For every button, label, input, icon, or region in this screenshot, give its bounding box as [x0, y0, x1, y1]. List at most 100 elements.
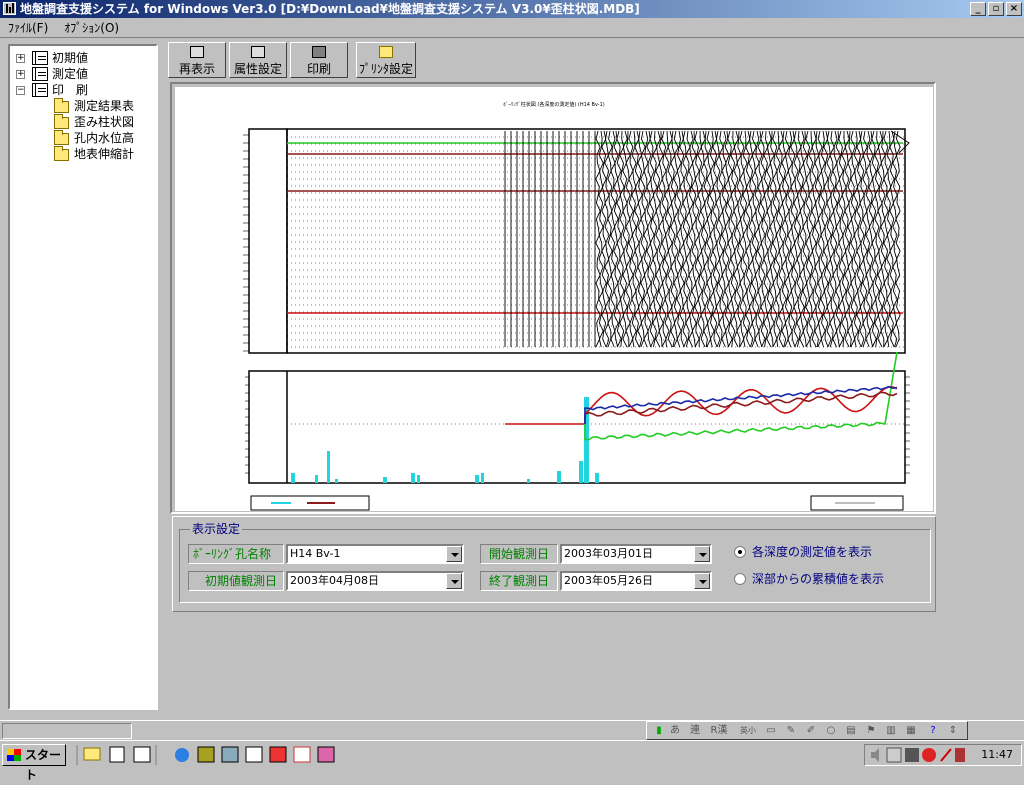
network-icon[interactable]	[221, 746, 239, 763]
ie-icon[interactable]	[175, 748, 189, 762]
ime-scroll-icon[interactable]: ⇕	[945, 724, 961, 740]
ime-flag-icon[interactable]: ⚑	[863, 724, 879, 740]
ime-grip-icon: ▮	[656, 725, 662, 736]
radio-selected-icon[interactable]	[734, 546, 746, 558]
tree-item-results[interactable]: 測定結果表	[74, 98, 134, 114]
rain-bar	[327, 451, 330, 483]
strain-line	[871, 130, 877, 348]
minimize-button[interactable]: _	[970, 2, 986, 16]
initial-date-select[interactable]: 2003年04月08日	[286, 571, 464, 591]
redisplay-button[interactable]: 再表示	[168, 42, 226, 78]
strain-line	[739, 130, 745, 348]
ime-r-kanji[interactable]: R漢	[707, 724, 731, 740]
menu-file[interactable]: ﾌｧｲﾙ(F)	[0, 18, 56, 38]
rain-bar	[315, 475, 318, 483]
strain-line	[649, 130, 655, 348]
strain-line	[826, 130, 832, 348]
chevron-down-icon[interactable]	[694, 546, 710, 562]
pen-icon[interactable]	[940, 748, 952, 762]
tree-view[interactable]: + 初期値 + 測定値 − 印 刷 測定結果表 歪み柱状図 孔内水位高 地表伸縮…	[8, 44, 158, 710]
start-date-select[interactable]: 2003年03月01日	[560, 544, 712, 564]
redisplay-label: 再表示	[178, 62, 215, 76]
end-date-value: 2003年05月26日	[564, 574, 653, 587]
ime-dict-icon[interactable]: ✐	[803, 724, 819, 740]
strain-line	[892, 130, 898, 348]
strain-line	[751, 130, 757, 348]
printer-icon	[312, 46, 326, 58]
ime-circle-icon[interactable]: ○	[823, 724, 839, 740]
volume-icon[interactable]	[871, 748, 879, 762]
print-button[interactable]: 印刷	[290, 42, 348, 78]
tree-node-measured[interactable]: 測定値	[52, 66, 88, 82]
ime-table-icon[interactable]: ▤	[843, 724, 859, 740]
preview-page: ﾎﾞｰﾘﾝｸﾞ柱状図 (各深度の測定値) (H14 Bv-1)	[175, 87, 933, 511]
acrobat-icon[interactable]	[922, 748, 936, 762]
strain-profile-lines	[504, 130, 910, 348]
strain-line	[895, 130, 901, 348]
document-icon[interactable]	[109, 746, 125, 763]
tree-item-extensometer[interactable]: 地表伸縮計	[74, 146, 134, 162]
strain-line	[736, 130, 742, 348]
start-date-label: 開始観測日	[480, 544, 558, 564]
tree-node-print[interactable]: 印 刷	[52, 82, 88, 98]
chevron-down-icon[interactable]	[446, 573, 462, 589]
print-preview[interactable]: ﾎﾞｰﾘﾝｸﾞ柱状図 (各深度の測定値) (H14 Bv-1)	[170, 82, 936, 514]
strain-line	[640, 130, 646, 348]
strain-line	[748, 130, 754, 348]
printer-settings-label: ﾌﾟﾘﾝﾀ設定	[358, 62, 413, 76]
start-date-value: 2003年03月01日	[564, 547, 653, 560]
ime-props-icon[interactable]: ▦	[903, 724, 919, 740]
folder-icon	[54, 114, 69, 129]
strain-line	[673, 130, 679, 348]
book-icon	[32, 83, 48, 97]
strain-line	[862, 130, 868, 348]
strain-line	[814, 130, 820, 348]
ime-eisho[interactable]: 英小	[737, 724, 759, 740]
end-date-select[interactable]: 2003年05月26日	[560, 571, 712, 591]
attribute-settings-label: 属性設定	[233, 62, 282, 76]
tree-item-water-level[interactable]: 孔内水位高	[74, 130, 134, 146]
chevron-down-icon[interactable]	[694, 573, 710, 589]
clock: 11:47	[981, 748, 1013, 761]
app-chart-icon[interactable]	[133, 746, 151, 763]
attribute-settings-button[interactable]: 属性設定	[229, 42, 287, 78]
settings-panel: 表示設定 ﾎﾞｰﾘﾝｸﾞ孔名称 H14 Bv-1 初期値観測日 2003年04月…	[172, 516, 936, 612]
strain-line	[712, 130, 718, 348]
strain-line	[883, 130, 889, 348]
strain-line	[718, 130, 724, 348]
printer-settings-button[interactable]: ﾌﾟﾘﾝﾀ設定	[356, 42, 416, 78]
taskbar: スタート 11:47	[0, 740, 1024, 782]
tray-app-icon[interactable]	[905, 748, 919, 762]
maximize-button[interactable]: ▫	[988, 2, 1004, 16]
media-icon[interactable]	[197, 746, 215, 763]
boring-name-label: ﾎﾞｰﾘﾝｸﾞ孔名称	[188, 544, 284, 564]
notepad-icon[interactable]	[245, 746, 263, 763]
expand-icon[interactable]: +	[16, 70, 25, 79]
menu-options[interactable]: ｵﾌﾟｼｮﾝ(O)	[56, 18, 127, 38]
monitor-icon	[190, 46, 204, 58]
start-button[interactable]: スタート	[2, 744, 66, 782]
calendar-icon[interactable]	[293, 746, 311, 763]
ime-help-icon[interactable]: ?	[925, 724, 941, 740]
network-tray-icon[interactable]	[886, 747, 902, 763]
boring-name-select[interactable]: H14 Bv-1	[286, 544, 464, 564]
initial-date-value: 2003年04月08日	[290, 574, 379, 587]
tray-calendar-icon[interactable]	[955, 748, 965, 762]
strain-line	[607, 130, 613, 348]
chevron-down-icon[interactable]	[446, 546, 462, 562]
ime-hiragana[interactable]: あ	[667, 724, 683, 740]
tool-icon[interactable]	[269, 746, 287, 763]
paint-icon[interactable]	[317, 746, 335, 763]
collapse-icon[interactable]: −	[16, 86, 25, 95]
radio-unselected-icon[interactable]	[734, 573, 746, 585]
strain-line	[820, 130, 826, 348]
ime-tool-icon[interactable]: ▭	[763, 724, 779, 740]
ime-book-icon[interactable]: ▥	[883, 724, 899, 740]
ime-conversion[interactable]: 連	[687, 724, 703, 740]
tree-item-strain-column[interactable]: 歪み柱状図	[74, 114, 134, 130]
folder-icon[interactable]	[83, 747, 101, 761]
tree-node-initial[interactable]: 初期値	[52, 50, 88, 66]
close-button[interactable]: ×	[1006, 2, 1022, 16]
expand-icon[interactable]: +	[16, 54, 25, 63]
ime-pad-icon[interactable]: ✎	[783, 724, 799, 740]
